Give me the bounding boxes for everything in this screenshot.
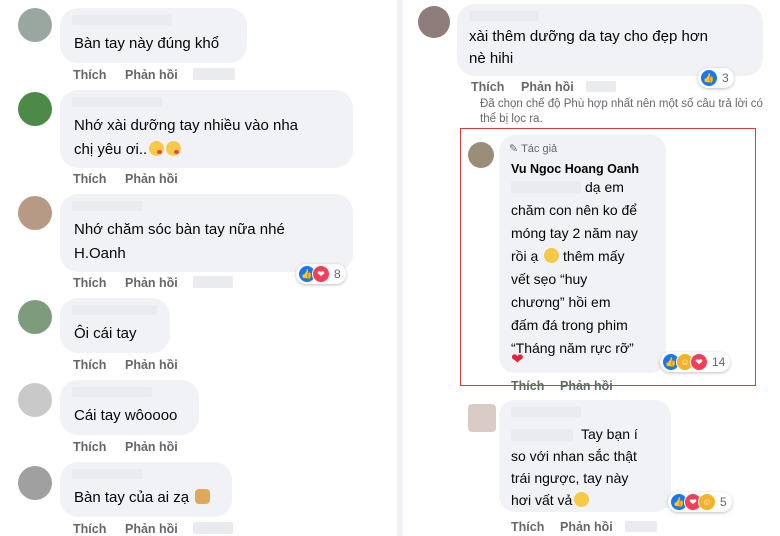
blurred-mention: [511, 181, 581, 193]
like-button[interactable]: Thích: [73, 358, 106, 372]
reply-button[interactable]: Phản hồi: [560, 379, 613, 393]
reply-button[interactable]: Phản hồi: [125, 358, 178, 372]
comment-text: Bàn tay của ai zạ: [74, 486, 211, 510]
commenter-avatar[interactable]: [18, 466, 52, 500]
reaction-count: 8: [334, 267, 341, 281]
reaction-count: 5: [720, 495, 727, 509]
reaction-count: 3: [722, 71, 729, 85]
author-avatar[interactable]: [468, 142, 494, 168]
comment-text: chị yêu ơi..: [74, 138, 182, 162]
comment-text: Ôi cái tay: [74, 325, 137, 342]
kissing-emoji: [149, 141, 165, 156]
like-button[interactable]: Thích: [73, 172, 106, 186]
blurred-name: [72, 97, 162, 107]
comment-bubble: xài thêm dưỡng da tay cho đẹp hơn nè hih…: [457, 4, 763, 76]
filter-notice: Đã chọn chế độ Phù hợp nhất nên một số c…: [480, 98, 763, 125]
like-button[interactable]: Thích: [511, 379, 544, 393]
comment-bubble: Nhớ chăm sóc bàn tay nữa nhé H.Oanh: [60, 194, 353, 272]
comment-text: móng tay 2 năm nay: [511, 225, 638, 241]
like-button[interactable]: Thích: [73, 276, 106, 290]
comment-bubble: Nhớ xài dưỡng tay nhiều vào nha chị yêu …: [60, 90, 353, 168]
comment-bubble: Bàn tay của ai zạ: [60, 462, 232, 517]
author-badge: ✎ Tác giả: [509, 143, 558, 155]
comment-bubble: Ôi cái tay: [60, 298, 170, 353]
like-button[interactable]: Thích: [73, 522, 106, 536]
reaction-summary[interactable]: 👍 ❤ 8: [296, 264, 346, 284]
reply-button[interactable]: Phản hồi: [125, 276, 178, 290]
right-comment-panel: xài thêm dưỡng da tay cho đẹp hơn nè hih…: [403, 0, 780, 536]
blurred-name: [72, 305, 157, 315]
comment-text: Cái tay wôoooo: [74, 407, 178, 424]
comment-text: chương” hồi em: [511, 294, 611, 310]
reply-button[interactable]: Phản hồi: [125, 172, 178, 186]
reaction-summary[interactable]: 👍 ❤ ☺ 5: [668, 492, 732, 512]
commenter-avatar[interactable]: [18, 300, 52, 334]
comment-bubble: Tay bạn í so với nhan sắc thật trái ngượ…: [499, 400, 671, 512]
blurred-name: [469, 11, 539, 21]
comment-text: hơi vất vả: [511, 488, 590, 512]
comment-text: Tay bạn í: [581, 426, 638, 442]
commenter-avatar[interactable]: [18, 383, 52, 417]
reply-button[interactable]: Phản hồi: [125, 68, 178, 82]
author-reply-bubble: ✎ Tác giả Vu Ngoc Hoang Oanh dạ em chăm …: [499, 135, 666, 373]
commenter-avatar[interactable]: [18, 8, 52, 42]
left-comment-panel: Bàn tay này đúng khổ Thích Phản hồi Nhớ …: [0, 0, 397, 536]
blurred-timestamp: [193, 68, 235, 80]
commenter-avatar[interactable]: [18, 92, 52, 126]
comment-text: H.Oanh: [74, 245, 126, 262]
commenter-avatar[interactable]: [418, 6, 450, 38]
comment-text: nè hihi: [469, 50, 514, 67]
reply-button[interactable]: Phản hồi: [125, 522, 178, 536]
red-heart-emoji: ❤: [511, 351, 524, 368]
sad-emoji: [574, 492, 590, 507]
comment-text: “Tháng năm rực rỡ”: [511, 340, 634, 356]
comment-text: Bàn tay này đúng khổ: [74, 35, 220, 52]
like-button[interactable]: Thích: [511, 520, 544, 534]
comment-text: dạ em: [585, 179, 624, 195]
comment-text: vết sẹo “huy: [511, 271, 588, 287]
blurred-timestamp: [625, 521, 657, 532]
kissing-emoji: [166, 141, 182, 156]
reaction-summary[interactable]: 👍 ☺ ❤ 14: [660, 352, 731, 372]
comment-text: trái ngược, tay này: [511, 470, 629, 486]
reaction-summary[interactable]: 👍 3: [698, 68, 734, 88]
reaction-count: 14: [712, 355, 726, 369]
blurred-name: [72, 201, 142, 211]
reply-button[interactable]: Phản hồi: [521, 80, 574, 94]
love-reaction-icon: ❤: [312, 265, 330, 283]
blurred-name: [72, 15, 172, 25]
comment-bubble: Bàn tay này đúng khổ: [60, 8, 247, 63]
blurred-name: [72, 469, 142, 479]
blurred-timestamp: [193, 522, 233, 534]
pencil-icon: ✎: [509, 143, 519, 155]
blurred-mention: [511, 429, 573, 441]
comment-text: rồi ạ thêm mấy: [511, 248, 625, 264]
like-button[interactable]: Thích: [471, 80, 504, 94]
love-reaction-icon: ❤: [690, 353, 708, 371]
reply-button[interactable]: Phản hồi: [560, 520, 613, 534]
blurred-name: [72, 387, 152, 397]
blurred-timestamp: [193, 276, 233, 288]
comment-text: Nhớ xài dưỡng tay nhiều vào nha: [74, 117, 299, 134]
like-button[interactable]: Thích: [73, 440, 106, 454]
haha-reaction-icon: ☺: [698, 493, 716, 511]
commenter-avatar[interactable]: [468, 404, 496, 432]
comment-text: chăm con nên ko để: [511, 202, 638, 218]
blurred-timestamp: [586, 81, 616, 92]
like-button[interactable]: Thích: [73, 68, 106, 82]
reply-button[interactable]: Phản hồi: [125, 440, 178, 454]
comment-text: xài thêm dưỡng da tay cho đẹp hơn: [469, 28, 709, 45]
like-reaction-icon: 👍: [700, 69, 718, 87]
comment-bubble: Cái tay wôoooo: [60, 380, 199, 435]
person-emoji: [195, 489, 211, 504]
comment-text: Nhớ chăm sóc bàn tay nữa nhé: [74, 221, 285, 238]
comment-text: so với nhan sắc thật: [511, 448, 637, 464]
comment-text: đấm đá trong phim: [511, 317, 628, 333]
grinning-sweat-emoji: [544, 248, 560, 263]
commenter-avatar[interactable]: [18, 196, 52, 230]
author-name[interactable]: Vu Ngoc Hoang Oanh: [511, 162, 639, 176]
blurred-name: [511, 407, 581, 417]
